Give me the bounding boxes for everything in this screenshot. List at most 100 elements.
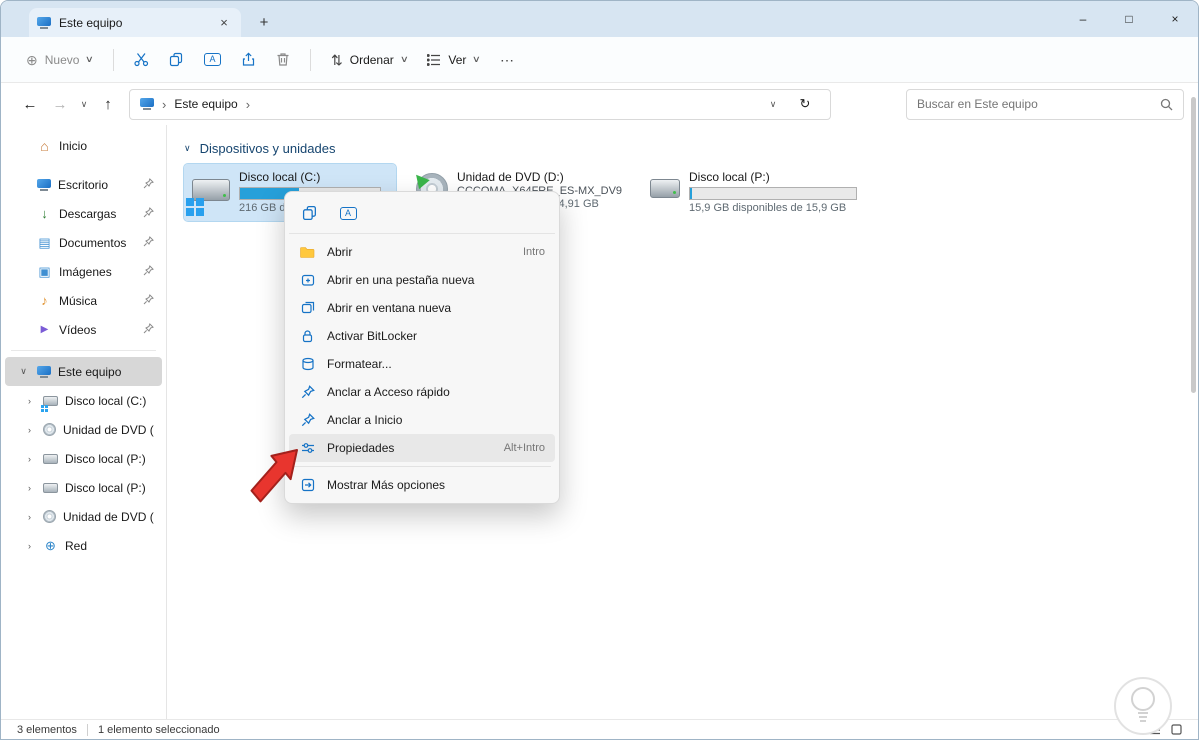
pin-icon[interactable] bbox=[143, 177, 154, 192]
drive-p-icon bbox=[650, 179, 680, 198]
minimize-button[interactable]: – bbox=[1060, 1, 1106, 37]
back-button[interactable]: ← bbox=[15, 96, 45, 113]
breadcrumb-segment[interactable]: Este equipo bbox=[174, 97, 237, 111]
chevron-down-icon[interactable]: ∨ bbox=[17, 366, 30, 377]
menu-item-label: Abrir en una pestaña nueva bbox=[327, 273, 475, 287]
sidebar-item-label: Imágenes bbox=[59, 264, 112, 279]
menu-item-formatear[interactable]: Formatear... bbox=[289, 350, 555, 378]
share-button[interactable] bbox=[232, 45, 265, 74]
rename-button[interactable]: A bbox=[331, 199, 365, 227]
chevron-right-icon[interactable]: › bbox=[23, 454, 36, 464]
sidebar-item-inicio[interactable]: ⌂ Inicio bbox=[5, 131, 162, 160]
pin-icon[interactable] bbox=[143, 264, 154, 279]
search-box[interactable] bbox=[906, 88, 1184, 120]
new-button[interactable]: ⊕ Nuevo ∨ bbox=[17, 46, 102, 74]
address-bar[interactable]: › Este equipo › ∨ ↻ bbox=[129, 88, 831, 120]
sort-button[interactable]: ⇅ Ordenar ∨ bbox=[322, 46, 416, 74]
window-controls: – □ × bbox=[1060, 1, 1198, 37]
large-icons-view-icon[interactable] bbox=[1171, 724, 1182, 735]
recent-locations-button[interactable]: ∨ bbox=[75, 99, 93, 110]
vertical-scrollbar[interactable] bbox=[1191, 97, 1196, 393]
maximize-button[interactable]: □ bbox=[1106, 1, 1152, 37]
address-dropdown-button[interactable]: ∨ bbox=[764, 99, 782, 110]
view-button[interactable]: Ver ∨ bbox=[418, 46, 489, 74]
sidebar-item-documentos[interactable]: ▤ Documentos bbox=[5, 228, 162, 257]
breadcrumb-chevron-icon[interactable]: › bbox=[246, 97, 250, 112]
folder-icon bbox=[299, 246, 316, 259]
home-icon: ⌂ bbox=[40, 137, 49, 154]
menu-item-abrir-pestana[interactable]: Abrir en una pestaña nueva bbox=[289, 266, 555, 294]
sidebar-item-musica[interactable]: ♪ Música bbox=[5, 286, 162, 315]
circle-plus-icon: ⊕ bbox=[26, 51, 38, 68]
chevron-right-icon[interactable]: › bbox=[23, 512, 36, 522]
sidebar-item-label: Documentos bbox=[59, 235, 127, 250]
sidebar-item-label: Música bbox=[59, 293, 98, 308]
chevron-right-icon[interactable]: › bbox=[23, 483, 36, 493]
sidebar-item-dvd-d-2[interactable]: › Unidad de DVD (D:) bbox=[5, 502, 162, 531]
copy-button[interactable] bbox=[293, 199, 327, 227]
close-button[interactable]: × bbox=[1152, 1, 1198, 37]
menu-item-propiedades[interactable]: Propiedades Alt+Intro bbox=[289, 434, 555, 462]
pin-icon[interactable] bbox=[143, 206, 154, 221]
pin-icon[interactable] bbox=[143, 235, 154, 250]
rename-button[interactable]: A bbox=[195, 46, 230, 73]
sidebar-item-red[interactable]: › ⊕ Red bbox=[5, 531, 162, 560]
sidebar-item-label: Disco local (P:) bbox=[65, 451, 146, 466]
sidebar-item-disco-c[interactable]: › Disco local (C:) bbox=[5, 386, 162, 415]
more-options-button[interactable]: ⋯ bbox=[491, 46, 523, 74]
menu-item-label: Anclar a Acceso rápido bbox=[327, 385, 450, 399]
sidebar-item-label: Unidad de DVD (D:) bbox=[63, 422, 154, 437]
refresh-button[interactable]: ↻ bbox=[790, 96, 820, 112]
drive-name: Unidad de DVD (D:) bbox=[457, 170, 564, 184]
forward-button[interactable]: → bbox=[45, 96, 75, 113]
scissors-icon bbox=[134, 53, 149, 67]
sidebar-item-disco-p-2[interactable]: › Disco local (P:) bbox=[5, 473, 162, 502]
sidebar-item-disco-p[interactable]: › Disco local (P:) bbox=[5, 444, 162, 473]
new-tab-button[interactable]: + bbox=[253, 14, 275, 31]
toolbar-divider bbox=[310, 48, 312, 71]
pin-icon[interactable] bbox=[143, 293, 154, 308]
ellipsis-icon: ⋯ bbox=[499, 51, 514, 68]
menu-item-anclar-inicio[interactable]: Anclar a Inicio bbox=[289, 406, 555, 434]
chevron-right-icon[interactable]: › bbox=[23, 396, 36, 406]
copy-button[interactable] bbox=[160, 45, 193, 74]
copy-icon bbox=[169, 52, 183, 67]
menu-item-anclar-acceso-rapido[interactable]: Anclar a Acceso rápido bbox=[289, 378, 555, 406]
pin-icon[interactable] bbox=[143, 322, 154, 337]
menu-item-abrir-ventana[interactable]: Abrir en ventana nueva bbox=[289, 294, 555, 322]
menu-item-abrir[interactable]: Abrir Intro bbox=[289, 238, 555, 266]
sidebar-item-videos[interactable]: ▶ Vídeos bbox=[5, 315, 162, 344]
up-button[interactable]: ↑ bbox=[93, 96, 123, 113]
sidebar-item-imagenes[interactable]: ▣ Imágenes bbox=[5, 257, 162, 286]
this-pc-icon bbox=[37, 16, 51, 29]
drive-tile-p[interactable]: Disco local (P:) 15,9 GB disponibles de … bbox=[642, 164, 866, 221]
group-header-devices[interactable]: ∨ Dispositivos y unidades bbox=[184, 141, 1190, 156]
chevron-down-icon: ∨ bbox=[399, 54, 409, 64]
chevron-right-icon[interactable]: › bbox=[23, 541, 36, 551]
toolbar-divider bbox=[113, 48, 115, 71]
menu-item-shortcut: Intro bbox=[522, 246, 545, 258]
selection-count: 1 elemento seleccionado bbox=[97, 723, 220, 736]
delete-button[interactable] bbox=[267, 45, 299, 74]
cut-button[interactable] bbox=[125, 45, 158, 74]
sidebar-item-escritorio[interactable]: Escritorio bbox=[5, 170, 162, 199]
menu-item-activar-bitlocker[interactable]: Activar BitLocker bbox=[289, 322, 555, 350]
menu-item-mostrar-mas-opciones[interactable]: Mostrar Más opciones bbox=[289, 471, 555, 499]
sidebar-item-este-equipo[interactable]: ∨ Este equipo bbox=[5, 357, 162, 386]
drive-free-space: 15,9 GB disponibles de 15,9 GB bbox=[689, 202, 847, 214]
menu-item-label: Mostrar Más opciones bbox=[327, 478, 446, 492]
drive-icon bbox=[43, 453, 58, 464]
dvd-icon bbox=[43, 423, 56, 436]
chevron-right-icon[interactable]: › bbox=[23, 425, 36, 435]
menu-separator bbox=[293, 466, 551, 467]
breadcrumb-chevron-icon: › bbox=[162, 96, 167, 112]
view-list-icon bbox=[427, 53, 441, 66]
search-input[interactable] bbox=[917, 97, 1154, 111]
tab-este-equipo[interactable]: Este equipo × bbox=[29, 8, 241, 37]
pictures-icon: ▣ bbox=[38, 264, 51, 279]
sidebar-item-dvd-d[interactable]: › Unidad de DVD (D:) bbox=[5, 415, 162, 444]
status-divider bbox=[86, 723, 88, 736]
sidebar-item-descargas[interactable]: ↓ Descargas bbox=[5, 199, 162, 228]
tab-close-button[interactable]: × bbox=[215, 14, 233, 32]
downloads-icon: ↓ bbox=[41, 206, 48, 221]
